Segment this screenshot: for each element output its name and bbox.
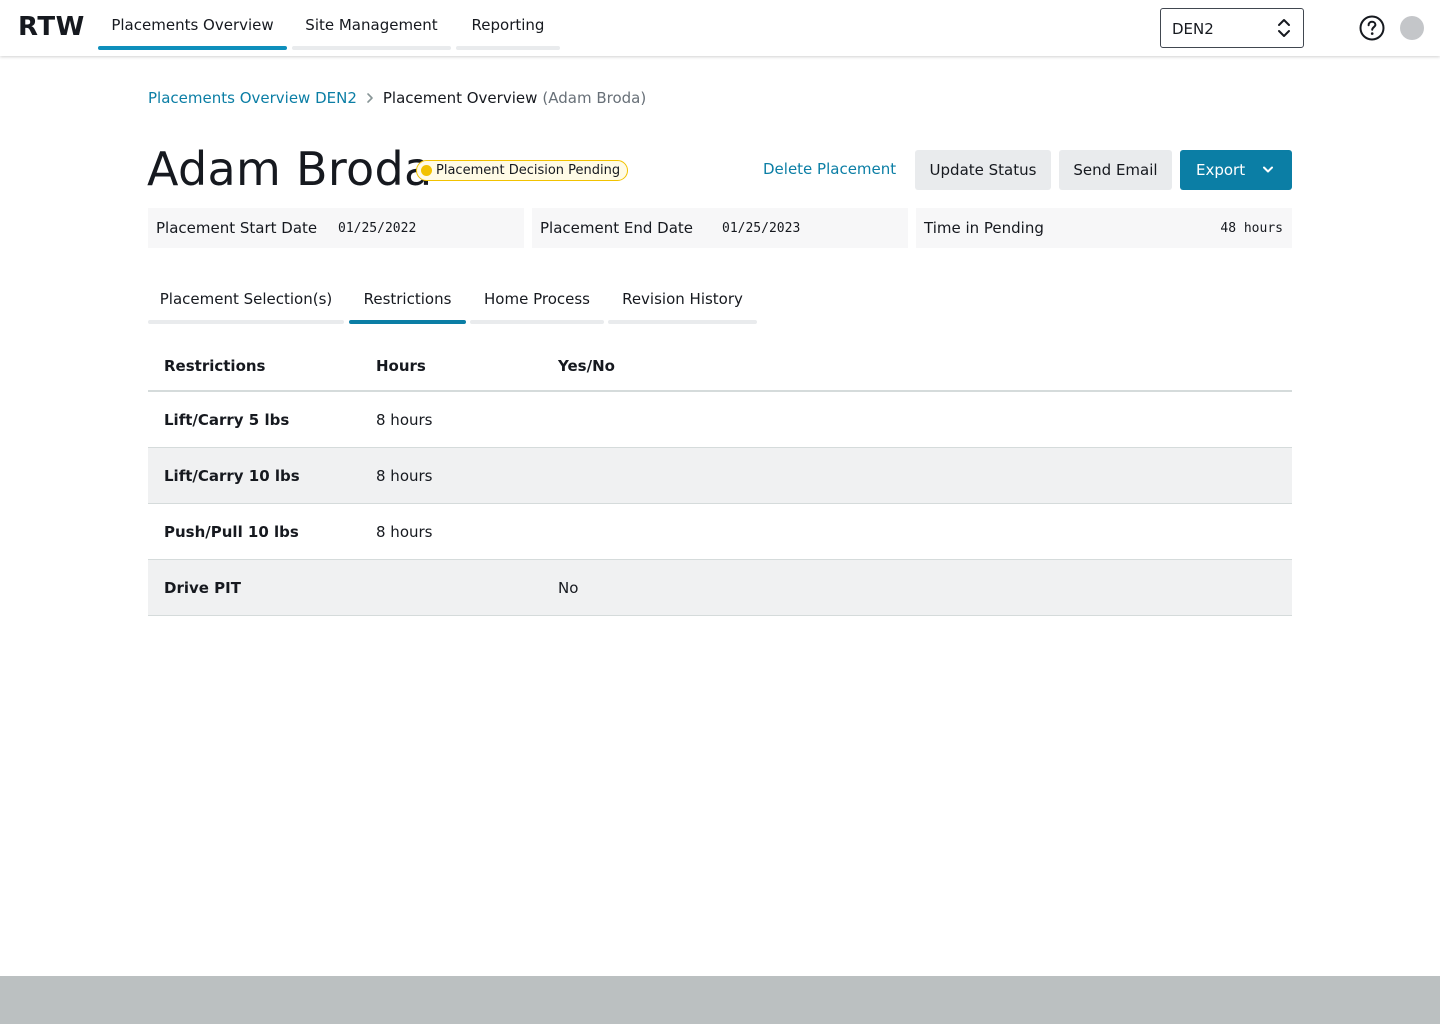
breadcrumb: Placements Overview DEN2 Placement Overv…	[148, 89, 646, 107]
tab-label: Revision History	[622, 290, 743, 308]
breadcrumb-current: Placement Overview	[382, 89, 538, 107]
tab-label: Restrictions	[363, 290, 452, 308]
footer-bar	[0, 976, 1440, 1024]
send-email-button[interactable]: Send Email	[1059, 150, 1172, 190]
restrictions-table: Restrictions Hours Yes/No Lift/Carry 5 l…	[148, 340, 1292, 616]
chevron-right-icon	[357, 92, 383, 104]
table-row: Lift/Carry 10 lbs 8 hours	[148, 448, 1292, 504]
status-badge-label: Placement Decision Pending	[436, 163, 621, 178]
cell-yes-no: No	[558, 579, 579, 597]
table-row: Push/Pull 10 lbs 8 hours	[148, 504, 1292, 560]
cell-restriction: Lift/Carry 10 lbs	[164, 467, 300, 485]
placement-end-date-card: Placement End Date 01/25/2023	[532, 208, 908, 248]
export-button[interactable]: Export	[1180, 150, 1292, 190]
site-selector[interactable]: DEN2	[1160, 8, 1304, 48]
info-value: 01/25/2023	[722, 221, 801, 236]
info-label: Time in Pending	[924, 219, 1044, 237]
site-selector-value: DEN2	[1172, 20, 1214, 38]
tab-indicator	[470, 320, 604, 324]
chevron-down-icon[interactable]	[1262, 165, 1274, 175]
placement-start-date-card: Placement Start Date 01/25/2022	[148, 208, 524, 248]
breadcrumb-link-placements-overview[interactable]: Placements Overview DEN2	[148, 89, 357, 107]
nav-tab-indicator	[292, 46, 451, 50]
export-button-label: Export	[1196, 161, 1246, 179]
tab-indicator	[148, 320, 344, 324]
cell-hours: 8 hours	[376, 523, 433, 541]
column-header-hours: Hours	[376, 357, 426, 375]
user-avatar[interactable]	[1400, 16, 1424, 40]
status-dot-icon	[421, 165, 432, 176]
tab-label: Placement Selection(s)	[159, 290, 333, 308]
info-label: Placement Start Date	[156, 219, 318, 237]
nav-tab-reporting[interactable]: Reporting	[456, 0, 560, 50]
nav-tab-label: Site Management	[305, 16, 438, 34]
tab-indicator	[349, 320, 466, 324]
nav-tab-indicator	[456, 46, 560, 50]
question-circle-icon[interactable]	[1359, 15, 1385, 41]
cell-restriction: Push/Pull 10 lbs	[164, 523, 299, 541]
cell-hours: 8 hours	[376, 411, 433, 429]
info-value: 01/25/2022	[338, 221, 417, 236]
info-value: 48 hours	[1220, 221, 1283, 236]
update-status-button[interactable]: Update Status	[915, 150, 1051, 190]
cell-restriction: Drive PIT	[164, 579, 241, 597]
info-label: Placement End Date	[540, 219, 694, 237]
delete-placement-button[interactable]: Delete Placement	[763, 160, 896, 178]
time-in-pending-card: Time in Pending 48 hours	[916, 208, 1292, 248]
nav-tab-site-management[interactable]: Site Management	[292, 0, 451, 50]
tab-label: Home Process	[484, 290, 590, 308]
table-row: Lift/Carry 5 lbs 8 hours	[148, 392, 1292, 448]
tab-restrictions[interactable]: Restrictions	[349, 288, 466, 324]
nav-tab-label: Reporting	[471, 16, 545, 34]
chevron-up-down-icon	[1278, 19, 1290, 37]
tab-home-process[interactable]: Home Process	[470, 288, 604, 324]
table-header: Restrictions Hours Yes/No	[148, 340, 1292, 392]
app-logo[interactable]: RTW	[18, 12, 85, 42]
table-row: Drive PIT No	[148, 560, 1292, 616]
nav-tab-label: Placements Overview	[111, 16, 274, 34]
top-navigation: RTW Placements Overview Site Management …	[0, 0, 1440, 56]
cell-hours: 8 hours	[376, 467, 433, 485]
tab-revision-history[interactable]: Revision History	[608, 288, 757, 324]
nav-tab-indicator	[98, 46, 287, 50]
cell-restriction: Lift/Carry 5 lbs	[164, 411, 290, 429]
status-badge: Placement Decision Pending	[416, 160, 629, 181]
tab-placement-selections[interactable]: Placement Selection(s)	[148, 288, 344, 324]
column-header-restrictions: Restrictions	[164, 357, 266, 375]
column-header-yes-no: Yes/No	[558, 357, 615, 375]
page-title: Adam Broda	[147, 142, 433, 196]
tab-indicator	[608, 320, 757, 324]
breadcrumb-current-sub: (Adam Broda)	[542, 89, 647, 107]
nav-tab-placements-overview[interactable]: Placements Overview	[98, 0, 287, 50]
